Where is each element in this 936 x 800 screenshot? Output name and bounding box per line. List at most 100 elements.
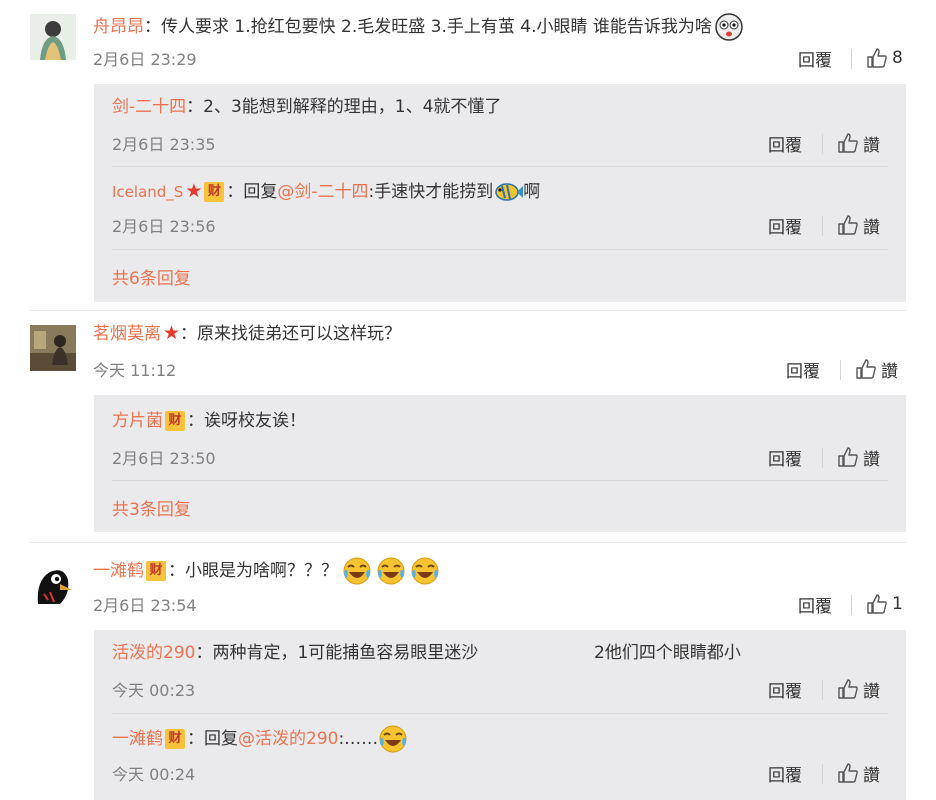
reply-time: 2月6日 23:56 [112, 217, 216, 236]
mention-link[interactable]: @剑-二十四 [277, 182, 368, 202]
like-button[interactable]: 讚 [837, 760, 880, 786]
like-label: 讚 [863, 765, 880, 786]
wealth-badge: 财 [204, 182, 225, 202]
sticker-emoji [714, 12, 744, 42]
avatar[interactable] [30, 14, 76, 60]
like-button[interactable]: 讚 [837, 130, 880, 156]
reply-time: 今天 00:24 [112, 765, 196, 784]
reply-text: 活泼的290：两种肯定，1可能捕鱼容易眼里迷沙 [112, 641, 478, 665]
laugh-cry-emoji [378, 724, 408, 754]
reply-text: 方片菌财：诶呀校友诶！ [112, 409, 306, 433]
laugh-cry-emoji [410, 556, 440, 586]
comment-time: 2月6日 23:29 [93, 50, 197, 69]
reply-button[interactable]: 回覆 [768, 677, 802, 702]
reply-body: ：两种肯定，1可能捕鱼容易眼里迷沙 [195, 643, 479, 663]
like-button[interactable]: 讚 [855, 356, 898, 382]
reply-button[interactable]: 回覆 [768, 761, 802, 786]
mention-link[interactable]: @活泼的290 [238, 729, 338, 749]
thumbs-up-icon [837, 446, 859, 468]
reply-author[interactable]: 方片菌 [112, 411, 163, 431]
divider [822, 216, 823, 236]
comment-author[interactable]: 茗烟莫离 [93, 324, 161, 344]
reply-text: 剑-二十四：2、3能想到解释的理由，1、4就不懂了 [112, 95, 501, 119]
divider [112, 249, 888, 250]
comment-time: 2月6日 23:54 [93, 596, 197, 615]
star-icon: ★ [163, 322, 181, 344]
reply-prefix: ：回复 [187, 729, 238, 749]
like-label: 讚 [863, 681, 880, 702]
reply-body: ：2、3能想到解释的理由，1、4就不懂了 [186, 97, 502, 117]
like-count: 8 [892, 48, 903, 68]
reply-author[interactable]: 活泼的290 [112, 643, 195, 663]
more-replies-link[interactable]: 共3条回复 [112, 495, 191, 520]
reply-author[interactable]: 一滩鹤 [112, 729, 163, 749]
reply-text: Iceland_S ★ 财：回复@剑-二十四:手速快才能捞到 啊 [112, 177, 540, 207]
comment-body: ：原来找徒弟还可以这样玩？ [180, 324, 402, 344]
thumbs-up-icon [866, 593, 888, 615]
like-label: 讚 [863, 217, 880, 238]
more-replies-link[interactable]: 共6条回复 [112, 264, 191, 289]
divider [30, 542, 906, 543]
divider [112, 166, 888, 167]
comment-body: ：小眼是为啥啊？？？ [168, 561, 338, 581]
star-icon: ★ [185, 180, 203, 202]
comment-text: 茗烟莫离 ★：原来找徒弟还可以这样玩？ [93, 321, 401, 346]
reply-button[interactable]: 回覆 [768, 131, 802, 156]
reply-button[interactable]: 回覆 [786, 357, 820, 382]
reply-body: :…… [338, 729, 379, 749]
divider [851, 49, 852, 69]
reply-prefix: ：回复 [226, 182, 278, 202]
reply-suffix: 啊 [523, 182, 541, 202]
thumbs-up-icon [855, 358, 877, 380]
like-label: 讚 [881, 361, 898, 382]
comment-author[interactable]: 一滩鹤 [93, 561, 144, 581]
divider [822, 764, 823, 784]
comment-body: ：传人要求 1.抢红包要快 2.毛发旺盛 3.手上有茧 4.小眼睛 谁能告诉我为… [144, 17, 712, 37]
comment-text: 舟昂昂：传人要求 1.抢红包要快 2.毛发旺盛 3.手上有茧 4.小眼睛 谁能告… [93, 12, 744, 42]
avatar[interactable] [30, 325, 76, 371]
divider [822, 134, 823, 154]
reply-body: ：诶呀校友诶！ [187, 411, 306, 431]
reply-author[interactable]: Iceland_S [112, 183, 183, 201]
thumbs-up-icon [837, 678, 859, 700]
reply-button[interactable]: 回覆 [768, 445, 802, 470]
thumbs-up-icon [837, 132, 859, 154]
wealth-badge: 财 [165, 729, 185, 749]
like-label: 讚 [863, 135, 880, 156]
reply-button[interactable]: 回覆 [798, 592, 832, 617]
wealth-badge: 财 [146, 561, 166, 581]
divider [822, 680, 823, 700]
like-button[interactable]: 1 [866, 591, 903, 617]
reply-text: 一滩鹤财：回复@活泼的290:…… [112, 724, 408, 754]
reply-author[interactable]: 剑-二十四 [112, 97, 186, 117]
reply-time: 2月6日 23:50 [112, 449, 216, 468]
divider [112, 480, 888, 481]
reply-time: 2月6日 23:35 [112, 135, 216, 154]
divider [840, 360, 841, 380]
fish-emoji [493, 177, 524, 207]
comment-author[interactable]: 舟昂昂 [93, 17, 144, 37]
reply-text-continued: 2他们四个眼睛都小 [594, 643, 741, 663]
comment-time: 今天 11:12 [93, 361, 177, 380]
reply-body: :手速快才能捞到 [368, 182, 494, 202]
wealth-badge: 财 [165, 411, 185, 431]
avatar[interactable] [30, 560, 76, 606]
reply-button[interactable]: 回覆 [768, 213, 802, 238]
comment-text: 一滩鹤财：小眼是为啥啊？？？ [93, 556, 440, 586]
like-button[interactable]: 讚 [837, 444, 880, 470]
thumbs-up-icon [837, 762, 859, 784]
thumbs-up-icon [866, 47, 888, 69]
reply-time: 今天 00:23 [112, 681, 196, 700]
like-button[interactable]: 讚 [837, 676, 880, 702]
reply-button[interactable]: 回覆 [798, 46, 832, 71]
divider [112, 713, 888, 714]
thumbs-up-icon [837, 214, 859, 236]
laugh-cry-emoji [376, 556, 406, 586]
divider [851, 595, 852, 615]
divider [822, 448, 823, 468]
like-button[interactable]: 8 [866, 45, 903, 71]
divider [30, 310, 906, 311]
like-button[interactable]: 讚 [837, 212, 880, 238]
like-count: 1 [892, 594, 903, 614]
laugh-cry-emoji [342, 556, 372, 586]
